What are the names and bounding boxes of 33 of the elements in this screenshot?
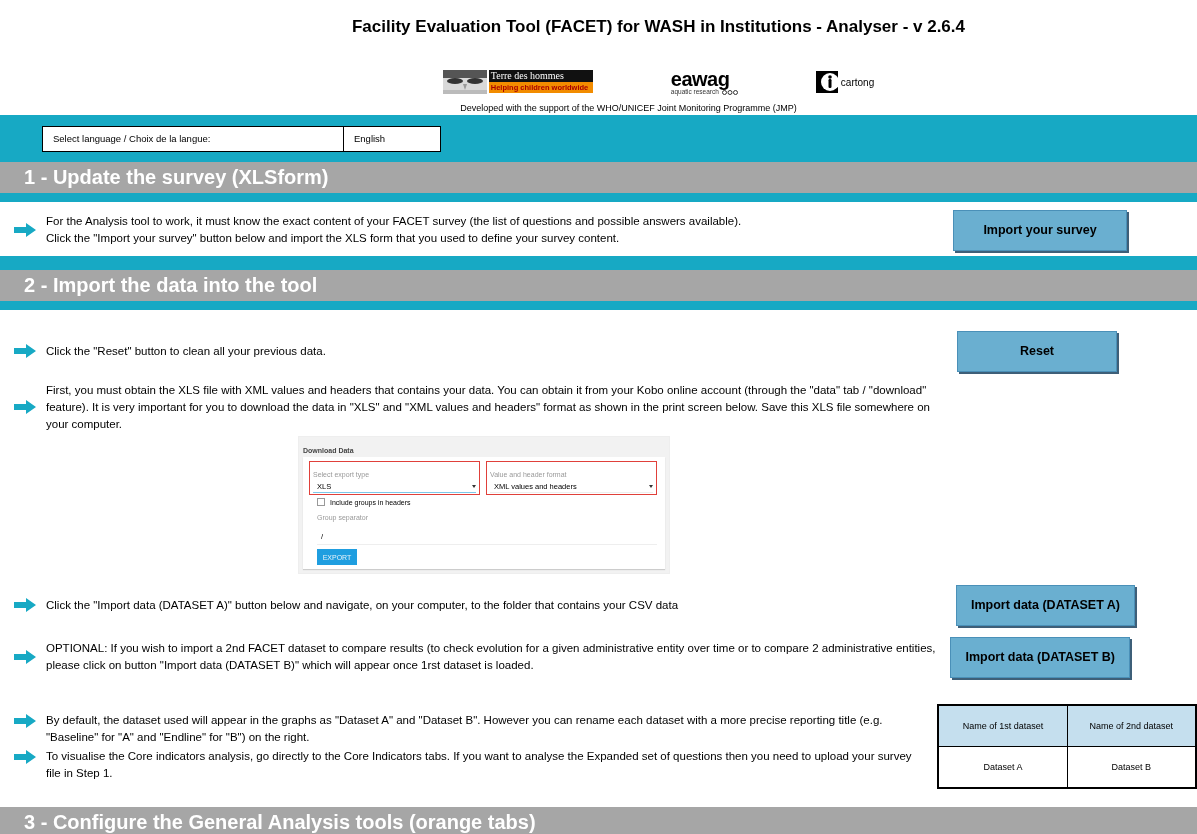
person-icon — [815, 71, 838, 93]
instruction-text: OPTIONAL: If you wish to import a 2nd FACET dataset to compare results (to check evolution for a given administrative entity over time or to compare 2 administrative entities, please click on button "Import data (DATASET B)" which will appear once 1rst dataset is loaded. — [46, 641, 937, 673]
page-title: Facility Evaluation Tool (FACET) for WASH in Institutions - Analyser - v 2.6.4 — [351, 16, 966, 38]
arrow-icon — [14, 714, 36, 728]
arrow-icon — [14, 750, 36, 764]
arrow-icon — [14, 598, 36, 612]
section-title: 1 - Update the survey (XLSform) — [24, 166, 329, 189]
dots-icon — [721, 89, 738, 95]
instruction-text: To visualise the Core indicators analysis, go directly to the Core Indicators tabs. If you want to analyse the Expanded set of questions then you need to upload your survey file in Step 1. — [46, 749, 913, 781]
checkbox[interactable] — [317, 498, 325, 506]
import-button[interactable]: Import data (DATASET B) — [950, 636, 1130, 678]
instruction-text: First, you must obtain the XLS file with XML values and headers that contains your data. You can obtain it from your Kobo online account (through the "data" tab / "download" feature). It is very important for you to download the data in "XLS" and "XML values and headers" format as shown in the print screen below. Save this XLS file somewhere on your computer. — [46, 382, 931, 432]
logo-name: Terre des hommes — [488, 70, 593, 82]
caret-icon — [649, 485, 653, 488]
arrow-icon — [14, 223, 36, 237]
import-button[interactable]: Import your survey — [953, 209, 1127, 251]
instruction-text: For the Analysis tool to work, it must know the exact content of your FACET survey (the list of questions and possible answers available). Click the "Import your survey" button below and import the XLS form that you used to define your survey content. — [46, 214, 742, 246]
arrow-icon — [14, 650, 36, 664]
arrow-icon — [14, 400, 36, 414]
section-title: 2 - Import the data into the tool — [24, 274, 318, 297]
column-header: Name of 2nd dataset — [1067, 705, 1196, 747]
column-header: Name of 1st dataset — [938, 705, 1068, 747]
section-title: 3 - Configure the General Analysis tools (orange tabs) — [24, 811, 536, 834]
instruction-text: Click the "Import data (DATASET A)" button below and navigate, on your computer, to the folder that contains your CSV data — [46, 597, 679, 613]
import-button[interactable]: Import data (DATASET A) — [955, 584, 1135, 626]
logo-name: eawag — [670, 68, 730, 89]
caret-icon — [472, 485, 476, 488]
support-note: Developed with the support of the WHO/UNICEF Joint Monitoring Programme (JMP) — [460, 103, 797, 113]
instruction-text: Click the "Reset" button to clean all your previous data. — [46, 343, 326, 359]
instruction-text: By default, the dataset used will appear in the graphs as "Dataset A" and "Dataset B". However you can rename each dataset with a more precise reporting title (e.g. "Baseline" for "A" and "Endline" for "B") on the right. — [46, 713, 884, 745]
logo-name: cartong — [840, 76, 875, 88]
arrow-icon — [14, 344, 36, 358]
reset-button[interactable]: Reset — [957, 330, 1117, 372]
